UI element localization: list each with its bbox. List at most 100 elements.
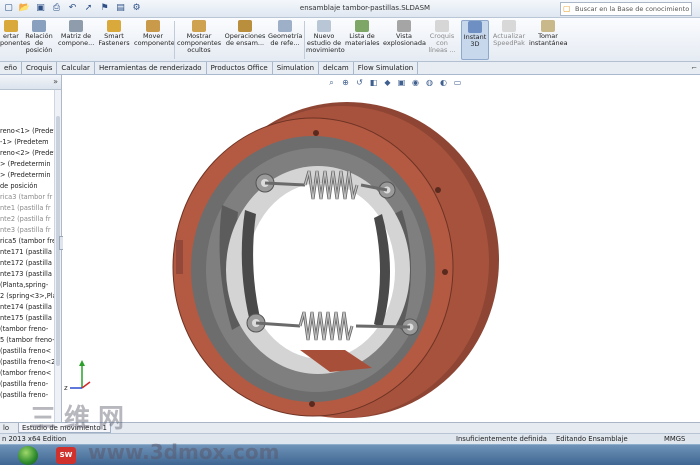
print-icon[interactable]: ⎙ xyxy=(50,2,63,15)
explode-line-sketch-icon xyxy=(435,20,449,32)
snapshot-icon xyxy=(541,20,555,32)
reference-geometry-button[interactable]: Geometría de refe... xyxy=(268,20,302,47)
button-label: Mostrar componentes ocultos xyxy=(177,32,222,54)
tree-item[interactable]: nte3 (pastilla fr xyxy=(0,225,61,236)
options-icon[interactable]: ⚙ xyxy=(130,2,143,15)
tree-item[interactable]: > (Predetermin xyxy=(0,159,61,170)
bill-of-materials-button[interactable]: Lista de materiales xyxy=(345,20,380,47)
tree-item[interactable]: de posición xyxy=(0,181,61,192)
tree-scrollbar[interactable] xyxy=(54,90,61,422)
speedpak-icon xyxy=(502,20,516,32)
tab-evaluate[interactable]: Calcular xyxy=(57,62,95,75)
update-speedpak-button[interactable]: Actualizar SpeedPak xyxy=(492,20,526,47)
new-motion-study-button[interactable]: Nuevo estudio de movimiento xyxy=(306,20,345,54)
tab-model[interactable]: lo xyxy=(0,423,12,433)
instant-3d-button[interactable]: Instant 3D xyxy=(461,20,489,60)
zoom-area-icon[interactable]: ⊕ xyxy=(341,78,350,87)
tree-item[interactable]: 5 (tambor freno- xyxy=(0,335,61,346)
tree-item[interactable]: rica3 (tambor fr xyxy=(0,192,61,203)
smart-fasteners-button[interactable]: Smart Fasteners xyxy=(98,20,130,47)
ribbon-separator xyxy=(174,21,175,59)
restore-panel-icon[interactable]: ⌐ xyxy=(691,64,697,72)
tree-item[interactable]: -1> (Predetem xyxy=(0,137,61,148)
mate-button[interactable]: Relación de posición xyxy=(25,20,53,54)
tree-item[interactable]: nte172 (pastilla xyxy=(0,258,61,269)
tree-item[interactable]: rica5 (tambor fre xyxy=(0,236,61,247)
button-label: Instant 3D xyxy=(463,33,487,48)
tree-item[interactable]: (pastilla freno< xyxy=(0,346,61,357)
start-button-icon[interactable] xyxy=(18,446,38,465)
window-title: ensamblaje tambor-pastillas.SLDASM xyxy=(299,4,431,12)
tab-flow-simulation[interactable]: Flow Simulation xyxy=(354,62,419,75)
tree-item[interactable]: nte1 (pastilla fr xyxy=(0,203,61,214)
view-orientation-icon[interactable]: ◆ xyxy=(383,78,392,87)
tree-item[interactable]: (tambor freno- xyxy=(0,324,61,335)
search-input[interactable]: ▢ Buscar en la Base de conocimiento xyxy=(560,2,692,16)
reference-geometry-icon xyxy=(278,20,292,32)
exploded-view-icon xyxy=(397,20,411,32)
select-icon[interactable]: ➚ xyxy=(82,2,95,15)
show-hidden-components-button[interactable]: Mostrar componentes ocultos xyxy=(177,20,221,54)
previous-view-icon[interactable]: ↺ xyxy=(355,78,364,87)
component-pattern-icon xyxy=(69,20,83,32)
explode-line-sketch-button[interactable]: Croquis con líneas ... xyxy=(428,20,456,54)
tab-render-tools[interactable]: Herramientas de renderizado xyxy=(95,62,207,75)
command-manager-ribbon: ertar ponentes Relación de posición Matr… xyxy=(0,18,700,62)
tree-item[interactable]: reno<2> (Predete xyxy=(0,148,61,159)
drum-bolt-hole xyxy=(313,130,319,136)
chevron-right-icon[interactable]: » xyxy=(53,77,58,86)
new-document-icon[interactable]: ▢ xyxy=(2,2,15,15)
take-snapshot-button[interactable]: Tomar instantánea xyxy=(529,20,568,47)
move-component-button[interactable]: Mover componente xyxy=(134,20,175,47)
tree-item[interactable]: nte2 (pastilla fr xyxy=(0,214,61,225)
tree-item[interactable]: (tambor freno< xyxy=(0,368,61,379)
save-icon[interactable]: ▣ xyxy=(34,2,47,15)
tree-item[interactable]: (Planta,spring- xyxy=(0,280,61,291)
svg-text:z: z xyxy=(64,384,68,392)
tree-item[interactable]: nte175 (pastilla xyxy=(0,313,61,324)
button-label: Matriz de compone... xyxy=(58,32,95,47)
section-view-icon[interactable]: ◧ xyxy=(369,78,378,87)
tree-item[interactable]: 2 (spring<3>,Pla xyxy=(0,291,61,302)
solidworks-taskbar-icon[interactable]: SW xyxy=(56,447,76,464)
component-pattern-button[interactable]: Matriz de compone... xyxy=(58,20,94,47)
show-hidden-icon xyxy=(192,20,206,32)
insert-components-button[interactable]: ertar ponentes xyxy=(0,20,30,47)
move-component-icon xyxy=(146,20,160,32)
display-style-icon[interactable]: ▣ xyxy=(397,78,406,87)
undo-icon[interactable]: ↶ xyxy=(66,2,79,15)
tree-item[interactable]: nte171 (pastilla xyxy=(0,247,61,258)
file-properties-icon[interactable]: ▤ xyxy=(114,2,127,15)
button-label: Geometría de refe... xyxy=(268,32,303,47)
edit-appearance-icon[interactable]: ◍ xyxy=(425,78,434,87)
zoom-to-fit-icon[interactable]: ⌕ xyxy=(327,78,336,87)
ribbon-separator xyxy=(304,21,305,59)
tab-simulation[interactable]: Simulation xyxy=(273,62,320,75)
heads-up-view-toolbar: ⌕ ⊕ ↺ ◧ ◆ ▣ ◉ ◍ ◐ ▭ xyxy=(327,78,462,87)
tab-delcam[interactable]: delcam xyxy=(319,62,354,75)
tab-office-products[interactable]: Productos Office xyxy=(207,62,273,75)
assembly-features-icon xyxy=(238,20,252,32)
tree-item[interactable]: nte173 (pastilla xyxy=(0,269,61,280)
tree-item[interactable]: > (Predetermin xyxy=(0,170,61,181)
tree-item[interactable]: reno<1> (Predete xyxy=(0,126,61,137)
tree-item[interactable]: (pastilla freno- xyxy=(0,379,61,390)
view-settings-icon[interactable]: ▭ xyxy=(453,78,462,87)
feature-manager-header: » xyxy=(0,75,61,90)
assembly-features-button[interactable]: Operaciones de ensam... xyxy=(224,20,266,47)
open-file-icon[interactable]: 📂 xyxy=(18,2,31,15)
exploded-view-button[interactable]: Vista explosionada xyxy=(383,20,426,47)
center-opening xyxy=(247,183,395,359)
tab-assembly[interactable]: eño xyxy=(0,62,23,75)
drum-bolt-hole xyxy=(435,187,441,193)
button-label: Operaciones de ensam... xyxy=(224,32,266,47)
hide-show-items-icon[interactable]: ◉ xyxy=(411,78,420,87)
title-bar: ▢ 📂 ▣ ⎙ ↶ ➚ ⚑ ▤ ⚙ ensamblaje tambor-past… xyxy=(0,0,700,18)
motion-study-icon xyxy=(317,20,331,32)
tree-item[interactable]: nte174 (pastilla xyxy=(0,302,61,313)
graphics-area[interactable] xyxy=(63,75,700,422)
apply-scene-icon[interactable]: ◐ xyxy=(439,78,448,87)
tree-item[interactable]: (pastilla freno<2 xyxy=(0,357,61,368)
rebuild-icon[interactable]: ⚑ xyxy=(98,2,111,15)
tab-sketch[interactable]: Croquis xyxy=(22,62,58,75)
